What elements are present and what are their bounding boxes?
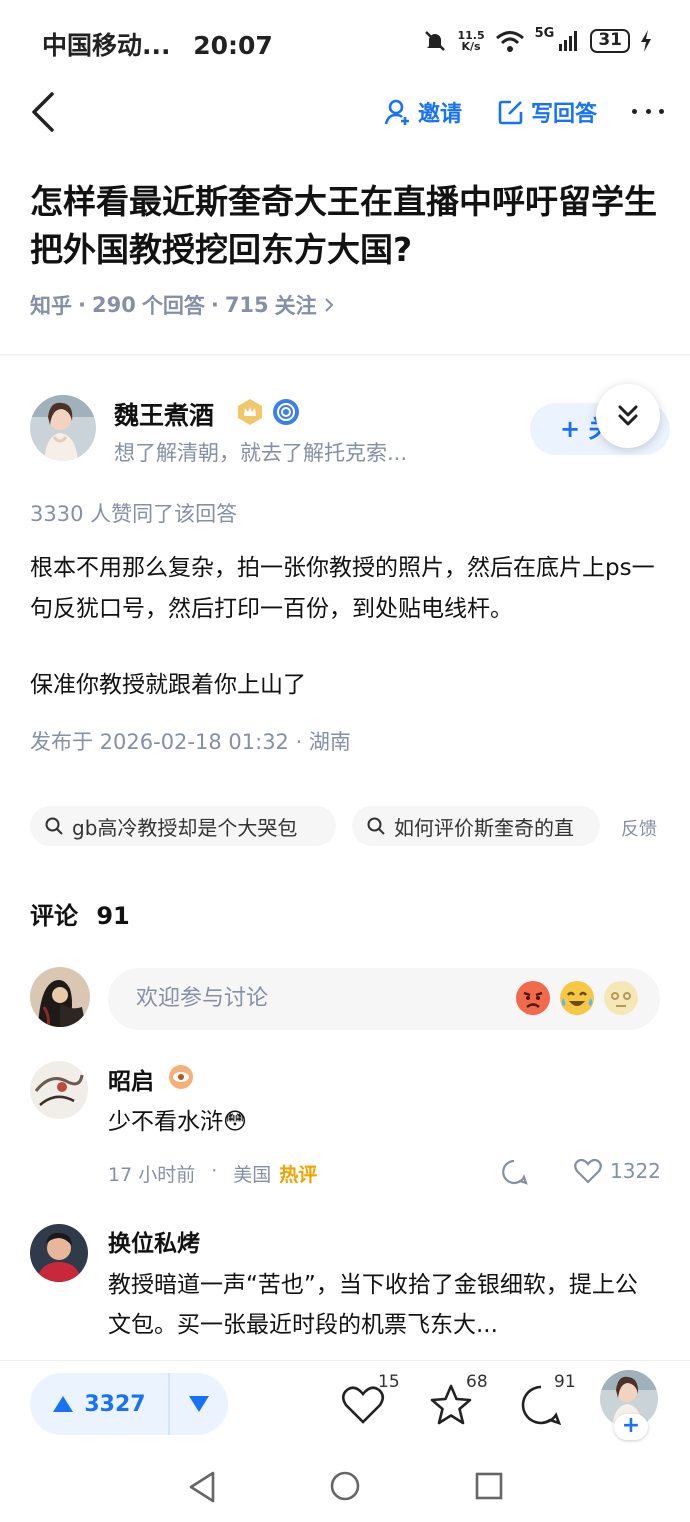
gold-crown-badge-icon [238, 399, 262, 425]
follow-plus-button[interactable]: + [614, 1414, 648, 1440]
chevron-right-icon [324, 298, 334, 312]
separator: · [210, 293, 219, 317]
answers-count: 290 [91, 293, 136, 317]
dot-icon [659, 108, 664, 114]
eye-badge-icon [169, 1065, 193, 1089]
wifi-icon [495, 31, 524, 52]
back-button[interactable] [26, 90, 66, 134]
triangle-down-icon [189, 1396, 209, 1412]
author-name[interactable]: 魏王煮酒 [114, 396, 214, 432]
avatar-image [30, 1061, 88, 1119]
question-meta[interactable]: 知乎 · 290 个回答 · 715 关注 [30, 290, 335, 320]
commenter-name[interactable]: 昭启 [108, 1062, 154, 1096]
invite-label: 邀请 [418, 102, 463, 127]
answer-paragraph: 根本不用那么复杂，拍一张你教授的照片，然后在底片上ps一句反犹口号，然后打印一百… [30, 555, 655, 622]
avatar-image [30, 1224, 88, 1282]
comment-like-count: 1322 [610, 1159, 661, 1183]
search-icon [367, 817, 385, 835]
related-search-label: 如何评价斯奎奇的直 [394, 815, 574, 840]
system-navigation-bar [0, 1452, 690, 1522]
heart-icon [574, 1158, 602, 1184]
comments-heading: 评论 91 [30, 896, 130, 931]
net-speed-unit: K/s [461, 40, 481, 53]
edit-icon [498, 100, 523, 125]
nav-home-icon[interactable] [329, 1470, 361, 1502]
thinking-emoji-icon[interactable] [603, 980, 639, 1016]
section-divider [0, 354, 690, 356]
commenter-avatar[interactable] [30, 1061, 88, 1119]
laugh-cry-emoji-icon[interactable] [559, 980, 595, 1016]
triangle-up-icon [53, 1396, 74, 1412]
carrier-label: 中国移动... [42, 31, 171, 60]
status-bar: 中国移动... 20:07 11.5 K/s 5G 31 [0, 0, 690, 80]
avatar-image [30, 395, 96, 461]
followers-count: 715 [224, 293, 269, 317]
author-avatar[interactable] [30, 395, 96, 461]
my-avatar [30, 967, 90, 1027]
downvote-button[interactable] [170, 1373, 228, 1435]
followers-label: 关注 [274, 294, 317, 318]
favorite-count: 68 [466, 1372, 488, 1392]
comments-count: 91 [96, 902, 130, 930]
status-icons: 11.5 K/s 5G 31 [423, 26, 652, 56]
blue-verified-badge-icon [273, 399, 299, 425]
source-label: 知乎 [30, 294, 72, 318]
comment-time: 17 小时前 [108, 1164, 196, 1186]
comment-text: 少不看水浒😳 [108, 1109, 247, 1135]
publish-info: 发布于 2026-02-18 01:32 · 湖南 [30, 730, 351, 754]
invite-button[interactable]: 邀请 [384, 95, 462, 129]
separator: · [78, 293, 86, 317]
answers-label: 个回答 [141, 294, 205, 318]
related-search-chip[interactable]: gb高冷教授却是个大哭包 [30, 806, 336, 846]
charging-icon [641, 30, 651, 52]
commenter-name[interactable]: 换位私烤 [108, 1224, 200, 1258]
author-bio: 想了解清朝，就去了解托克索... [114, 441, 408, 465]
comment-meta: 17 小时前 · 美国 热评 [108, 1160, 317, 1187]
search-icon [45, 817, 63, 835]
vote-control: 3327 [30, 1373, 228, 1435]
related-search-label: gb高冷教授却是个大哭包 [72, 815, 298, 840]
user-add-icon [384, 99, 409, 125]
like-count: 15 [378, 1372, 400, 1392]
commenter-avatar[interactable] [30, 1224, 88, 1282]
chevron-left-icon [32, 92, 54, 132]
comment-like-button[interactable]: 1322 [574, 1158, 661, 1184]
nav-back-icon[interactable] [186, 1470, 218, 1504]
upvote-button[interactable]: 3327 [30, 1373, 170, 1435]
double-chevron-down-icon [618, 405, 638, 426]
answer-paragraph: 保准你教授就跟着你上山了 [30, 672, 306, 698]
status-carrier-time: 中国移动... 20:07 [42, 26, 273, 62]
upvote-summary: 3330 人赞同了该回答 [30, 502, 238, 526]
battery-level: 31 [598, 30, 622, 50]
nav-recents-icon[interactable] [474, 1471, 504, 1501]
comments-title: 评论 [30, 902, 78, 930]
write-answer-button[interactable]: 写回答 [497, 95, 597, 129]
bell-muted-icon [425, 31, 446, 51]
dot-icon [632, 108, 637, 114]
dot-icon [645, 108, 651, 114]
signal-icon [559, 31, 578, 51]
angry-emoji-icon[interactable] [515, 980, 551, 1016]
hot-comment-tag: 热评 [279, 1164, 318, 1186]
reply-icon[interactable] [500, 1158, 528, 1186]
upvote-count: 3327 [84, 1391, 146, 1417]
network-type: 5G [534, 26, 555, 41]
collapse-button[interactable] [596, 384, 660, 448]
question-title[interactable]: 怎样看最近斯奎奇大王在直播中呼吁留学生把外国教授挖回东方大国? [30, 178, 670, 274]
more-options-button[interactable] [628, 96, 668, 126]
related-search-chip[interactable]: 如何评价斯奎奇的直 [352, 806, 600, 846]
battery-icon: 31 [590, 29, 630, 53]
clock: 20:07 [193, 31, 273, 60]
separator: · [211, 1160, 218, 1182]
comment-count: 91 [554, 1372, 576, 1392]
feedback-link[interactable]: 反馈 [621, 815, 657, 841]
write-answer-label: 写回答 [531, 102, 598, 127]
net-speed: 11.5 K/s [457, 30, 484, 52]
comment-location: 美国 [233, 1164, 272, 1186]
avatar-image [30, 967, 90, 1027]
comment-text: 教授暗道一声“苦也”，当下收拾了金银细软，提上公文包。买一张最近时段的机票飞东大… [108, 1272, 638, 1338]
